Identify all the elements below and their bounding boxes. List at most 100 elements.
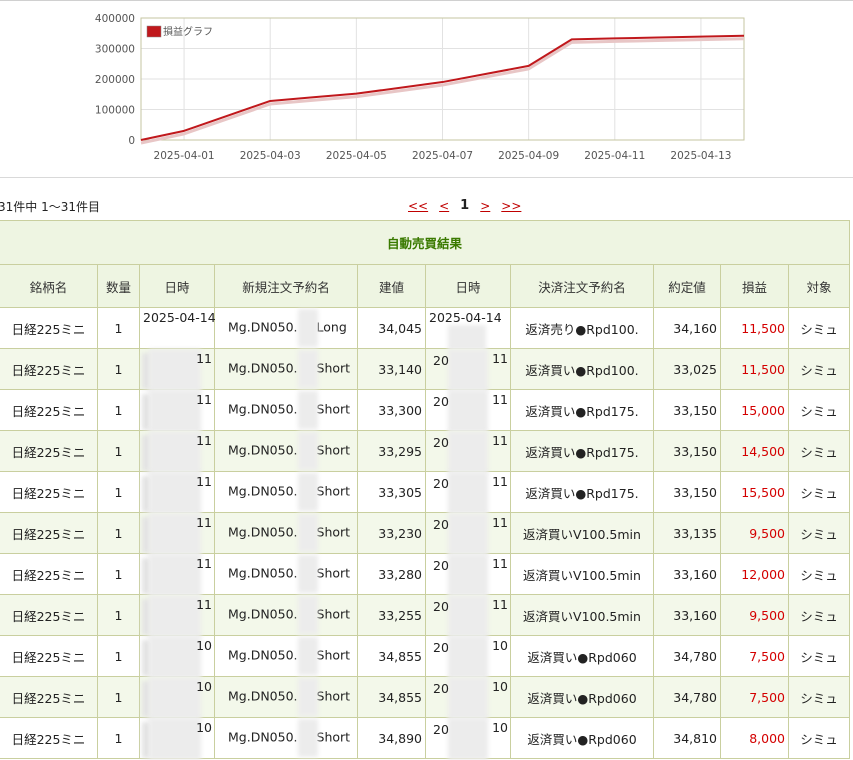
cell-open-price: 33,230 [357, 512, 426, 554]
cell-target: シミュ [787, 471, 851, 513]
cell-open-datetime: 11 [139, 594, 215, 637]
chart-y-tick-label: 200000 [95, 74, 135, 86]
close-datetime-text: 11 [492, 515, 508, 530]
cell-open-datetime: 11 [139, 512, 215, 555]
cell-open-order: Mg.DN050. Long [214, 307, 358, 349]
cell-qty: 1 [97, 430, 140, 472]
close-datetime-prefix: 20 [433, 476, 449, 491]
close-datetime-prefix: 20 [433, 517, 449, 532]
open-order-side: Short [316, 565, 351, 581]
cell-open-price: 33,305 [357, 471, 426, 513]
cell-pnl: 7,500 [720, 635, 789, 677]
open-datetime-text: 2025-04-14 [143, 310, 216, 325]
close-datetime-prefix: 20 [433, 394, 449, 409]
open-datetime-text: 11 [196, 351, 212, 366]
cell-close-order: 返済買い●Rpd175. [510, 471, 654, 513]
open-order-name: Mg.DN050. [228, 647, 298, 663]
open-order-name: Mg.DN050. [228, 606, 298, 622]
cell-qty: 1 [97, 676, 140, 718]
cell-open-order: Mg.DN050. Short [214, 553, 358, 595]
table-row: 日経225ミニ 1 11 Mg.DN050. Short 33,140 20 11 返済買い●R… [0, 348, 851, 391]
page-last-link[interactable]: >> [501, 199, 521, 213]
cell-close-price: 34,160 [653, 307, 721, 349]
cell-close-order: 返済買い●Rpd175. [510, 430, 654, 472]
pagination: << < 1 > >> [408, 198, 521, 213]
open-order-side: Short [316, 647, 351, 663]
open-datetime-text: 11 [196, 433, 212, 448]
cell-close-price: 34,780 [653, 676, 721, 718]
header-open-order: 新規注文予約名 [214, 264, 358, 308]
cell-symbol: 日経225ミニ [0, 635, 98, 677]
chart-x-tick-label: 2025-04-09 [498, 150, 559, 162]
page-current: 1 [460, 198, 470, 213]
cell-pnl: 12,000 [720, 553, 789, 595]
page-next-link[interactable]: > [480, 199, 490, 213]
header-target: 対象 [787, 264, 851, 308]
page-first-link[interactable]: << [408, 199, 428, 213]
cell-pnl: 15,000 [720, 389, 789, 431]
open-order-name: Mg.DN050. [228, 442, 298, 458]
close-datetime-text: 11 [492, 474, 508, 489]
cell-qty: 1 [97, 635, 140, 677]
open-datetime-text: 11 [196, 515, 212, 530]
close-datetime-prefix: 20 [433, 435, 449, 450]
close-datetime-text: 11 [492, 597, 508, 612]
open-order-side: Long [316, 319, 347, 335]
cell-open-datetime: 11 [139, 348, 215, 391]
cell-target: シミュ [787, 389, 851, 431]
cell-pnl: 9,500 [720, 512, 789, 554]
open-order-name: Mg.DN050. [228, 688, 298, 704]
cell-open-price: 34,855 [357, 635, 426, 677]
header-close-datetime: 日時 [425, 264, 511, 308]
open-datetime-text: 10 [196, 679, 212, 694]
cell-open-datetime: 11 [139, 389, 215, 432]
cell-close-price: 33,150 [653, 430, 721, 472]
open-order-side: Short [316, 401, 351, 417]
cell-close-price: 34,810 [653, 717, 721, 759]
header-open-datetime: 日時 [139, 264, 215, 308]
cell-close-price: 33,135 [653, 512, 721, 554]
cell-close-order: 返済買いV100.5min [510, 553, 654, 595]
cell-target: シミュ [787, 307, 851, 349]
cell-close-price: 33,150 [653, 389, 721, 431]
chart-y-tick-label: 400000 [95, 13, 135, 25]
cell-target: シミュ [787, 717, 851, 759]
cell-symbol: 日経225ミニ [0, 676, 98, 718]
table-row: 日経225ミニ 1 11 Mg.DN050. Short 33,305 20 11 返済買い●R… [0, 471, 851, 514]
cell-close-datetime: 2025-04-14 [425, 307, 511, 350]
table-row: 日経225ミニ 1 11 Mg.DN050. Short 33,295 20 11 返済買い●R… [0, 430, 851, 473]
cell-open-order: Mg.DN050. Short [214, 594, 358, 636]
cell-open-datetime: 10 [139, 717, 215, 760]
cell-open-datetime: 11 [139, 553, 215, 596]
cell-open-price: 34,045 [357, 307, 426, 349]
open-datetime-text: 11 [196, 556, 212, 571]
close-datetime-text: 11 [492, 392, 508, 407]
chart-x-tick-label: 2025-04-07 [412, 150, 473, 162]
cell-close-order: 返済買い●Rpd175. [510, 389, 654, 431]
page-prev-link[interactable]: < [439, 199, 449, 213]
header-close-price: 約定値 [653, 264, 721, 308]
chart-x-tick-label: 2025-04-11 [584, 150, 645, 162]
cell-qty: 1 [97, 594, 140, 636]
cell-target: シミュ [787, 553, 851, 595]
table-row: 日経225ミニ 1 10 Mg.DN050. Short 34,890 20 10 返済買い●R… [0, 717, 851, 760]
cell-close-price: 33,150 [653, 471, 721, 513]
cell-symbol: 日経225ミニ [0, 471, 98, 513]
cell-pnl: 8,000 [720, 717, 789, 759]
table-row: 日経225ミニ 1 10 Mg.DN050. Short 34,855 20 10 返済買い●R… [0, 635, 851, 678]
cell-pnl: 7,500 [720, 676, 789, 718]
cell-qty: 1 [97, 307, 140, 349]
chart-legend-label: 損益グラフ [163, 25, 213, 38]
cell-close-price: 33,160 [653, 594, 721, 636]
cell-qty: 1 [97, 348, 140, 390]
cell-open-order: Mg.DN050. Short [214, 389, 358, 431]
open-order-side: Short [316, 729, 351, 745]
cell-close-datetime: 20 11 [425, 512, 511, 555]
cell-target: シミュ [787, 635, 851, 677]
cell-open-order: Mg.DN050. Short [214, 471, 358, 513]
cell-pnl: 11,500 [720, 307, 789, 349]
cell-symbol: 日経225ミニ [0, 717, 98, 759]
cell-close-datetime: 20 10 [425, 717, 511, 760]
cell-open-order: Mg.DN050. Short [214, 676, 358, 718]
cell-symbol: 日経225ミニ [0, 553, 98, 595]
